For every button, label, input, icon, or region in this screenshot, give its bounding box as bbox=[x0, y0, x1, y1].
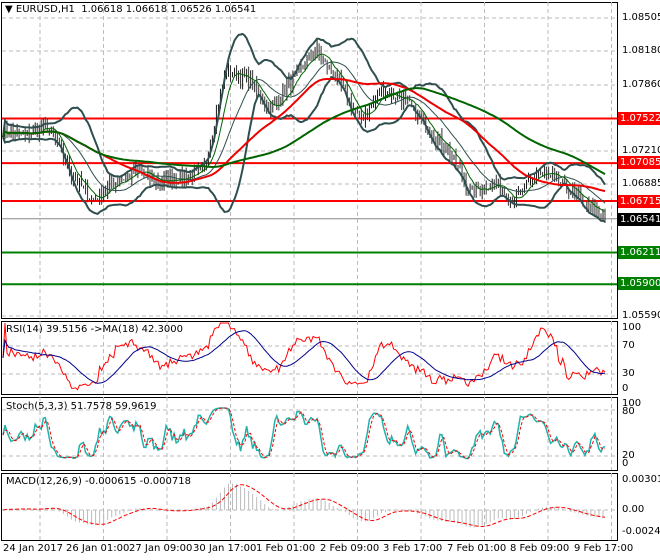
current-price-tag: 1.06541 bbox=[618, 213, 660, 226]
price-tick: 1.05590 bbox=[622, 310, 660, 321]
time-tick: 30 Jan 17:00 bbox=[193, 543, 257, 554]
time-tick: 7 Feb 01:00 bbox=[447, 543, 507, 554]
bollinger-middle bbox=[2, 61, 606, 204]
stoch-tick: 80 bbox=[622, 406, 635, 417]
time-tick: 3 Feb 17:00 bbox=[383, 543, 443, 554]
level-tag: 1.05900 bbox=[618, 277, 660, 290]
rsi-ma-line bbox=[2, 330, 606, 384]
price-tick: 1.08180 bbox=[622, 45, 660, 56]
macd-tick: 0.003016 bbox=[622, 474, 660, 485]
stoch-label: Stoch(5,3,3) 51.7578 59.9619 bbox=[6, 401, 157, 412]
rsi-tick: 30 bbox=[622, 368, 635, 379]
stoch-signal-line bbox=[2, 407, 606, 459]
price-tick: 1.07210 bbox=[622, 145, 660, 156]
macd-signal-line bbox=[2, 484, 606, 527]
rsi-tick: 70 bbox=[622, 340, 635, 351]
time-tick: 27 Jan 09:00 bbox=[129, 543, 193, 554]
panel-frame bbox=[1, 2, 618, 319]
level-tag: 1.06715 bbox=[618, 195, 660, 208]
time-tick: 1 Feb 01:00 bbox=[256, 543, 316, 554]
macd-tick: 0.00 bbox=[622, 504, 645, 515]
symbol-header: ▼ EURUSD,H1 1.06618 1.06618 1.06526 1.06… bbox=[5, 4, 256, 15]
time-tick: 24 Jan 2017 bbox=[3, 543, 63, 554]
stoch-tick: 0 bbox=[622, 458, 629, 469]
macd-tick: -0.002409 bbox=[622, 526, 660, 537]
rsi-tick: 0 bbox=[622, 383, 629, 394]
macd-label: MACD(12,26,9) -0.000615 -0.000718 bbox=[6, 476, 191, 487]
price-tick: 1.06885 bbox=[622, 178, 660, 189]
dropdown-arrow-icon[interactable]: ▼ bbox=[5, 4, 13, 15]
chart-window[interactable]: ▼ EURUSD,H1 1.06618 1.06618 1.06526 1.06… bbox=[0, 0, 660, 560]
level-tag: 1.07085 bbox=[618, 156, 660, 169]
price-tick: 1.08505 bbox=[622, 12, 660, 23]
time-tick: 26 Jan 01:00 bbox=[66, 543, 130, 554]
price-tick: 1.07860 bbox=[622, 79, 660, 90]
time-tick: 8 Feb 09:00 bbox=[510, 543, 570, 554]
level-tag: 1.06211 bbox=[618, 246, 660, 259]
bollinger-upper bbox=[2, 32, 606, 186]
ma100-line bbox=[2, 87, 606, 176]
time-tick: 9 Feb 17:00 bbox=[574, 543, 634, 554]
fast-ma-line bbox=[2, 53, 606, 212]
symbol-label: EURUSD,H1 bbox=[15, 4, 75, 15]
rsi-tick: 100 bbox=[622, 322, 642, 333]
rsi-label: RSI(14) 39.5156 ->MA(18) 42.3000 bbox=[6, 324, 183, 335]
time-tick: 2 Feb 09:00 bbox=[320, 543, 380, 554]
level-tag: 1.07522 bbox=[618, 112, 660, 125]
ohlc-values: 1.06618 1.06618 1.06526 1.06541 bbox=[81, 4, 257, 15]
